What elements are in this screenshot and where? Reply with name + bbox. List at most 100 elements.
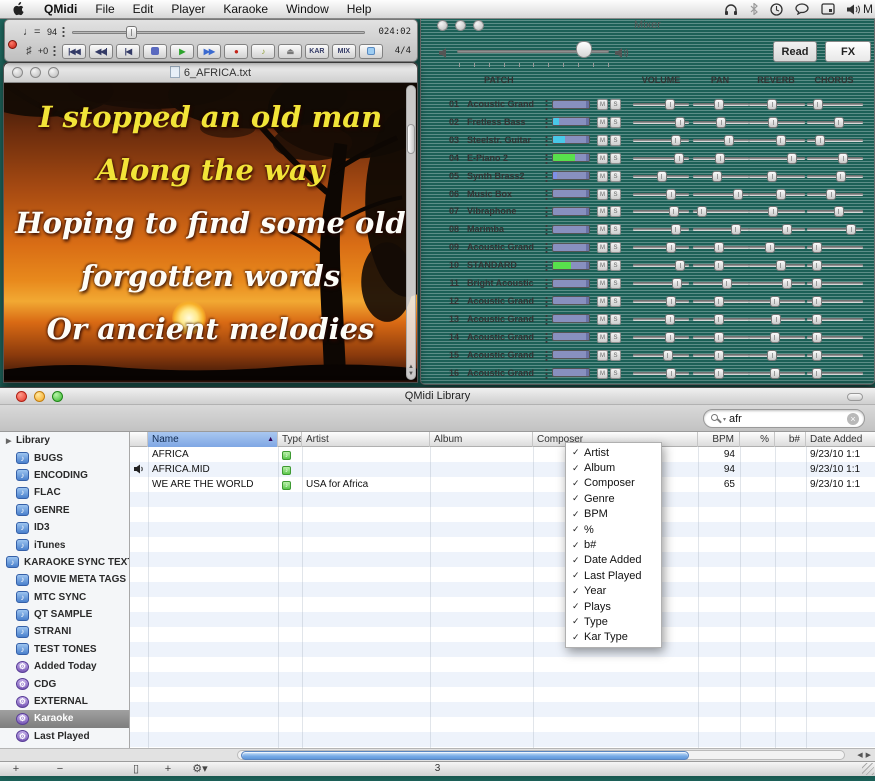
table-row[interactable]: WE ARE THE WORLD♪USA for Africa659/23/10… xyxy=(130,477,875,492)
pan-slider[interactable] xyxy=(693,242,749,253)
patch-name[interactable]: Acoustic Grand xyxy=(467,242,543,252)
volume-slider-thumb[interactable] xyxy=(665,314,675,325)
sidebar-item-cdg[interactable]: ⚙CDG xyxy=(0,675,129,692)
context-menu-item-album[interactable]: ✓Album xyxy=(566,460,661,475)
table-row[interactable] xyxy=(130,597,875,612)
volume-slider-thumb[interactable] xyxy=(674,153,684,164)
transpose-stepper[interactable] xyxy=(52,45,56,57)
pan-slider-thumb[interactable] xyxy=(697,206,707,217)
clear-search-icon[interactable]: × xyxy=(847,413,859,425)
menu-edit[interactable]: Edit xyxy=(124,2,163,16)
reverb-slider-thumb[interactable] xyxy=(770,296,780,307)
patch-name[interactable]: Music Box xyxy=(467,189,543,199)
solo-button[interactable]: S xyxy=(610,296,621,307)
patch-stepper[interactable] xyxy=(544,296,549,307)
reverb-slider-thumb[interactable] xyxy=(782,278,792,289)
column-header-type[interactable]: Type xyxy=(278,432,302,447)
table-row[interactable] xyxy=(130,492,875,507)
chorus-slider[interactable] xyxy=(807,117,863,128)
volume-slider[interactable] xyxy=(633,206,689,217)
chorus-slider[interactable] xyxy=(807,242,863,253)
disclosure-triangle-icon[interactable]: ▶ xyxy=(6,437,16,445)
column-header-gutter[interactable] xyxy=(130,432,148,447)
scrollbar-arrows[interactable]: ▲▼ xyxy=(407,364,415,378)
table-row[interactable]: AFRICA.MID♪949/23/10 1:1 xyxy=(130,462,875,477)
chorus-slider-thumb[interactable] xyxy=(838,153,848,164)
reverb-slider-thumb[interactable] xyxy=(767,99,777,110)
horizontal-scrollbar[interactable]: ◀▶ xyxy=(0,748,875,761)
sidebar-item-added-today[interactable]: ⚙Added Today xyxy=(0,658,129,675)
chorus-slider[interactable] xyxy=(807,171,863,182)
table-row[interactable] xyxy=(130,537,875,552)
reverb-slider-thumb[interactable] xyxy=(768,206,778,217)
chorus-slider-thumb[interactable] xyxy=(846,224,856,235)
sidebar-item-movie-meta-tags[interactable]: ♪MOVIE META TAGS xyxy=(0,571,129,588)
mute-button[interactable]: M xyxy=(597,135,608,146)
chorus-slider-thumb[interactable] xyxy=(812,368,822,379)
chorus-slider-thumb[interactable] xyxy=(812,242,822,253)
skip-start-button[interactable]: |◀◀ xyxy=(62,44,86,59)
mute-button[interactable]: M xyxy=(597,314,608,325)
chorus-slider-thumb[interactable] xyxy=(826,189,836,200)
pan-slider[interactable] xyxy=(693,368,749,379)
context-menu-item-artist[interactable]: ✓Artist xyxy=(566,445,661,460)
reverb-slider[interactable] xyxy=(749,135,805,146)
column-header-name[interactable]: Name▲ xyxy=(148,432,278,447)
pan-slider-thumb[interactable] xyxy=(733,189,743,200)
reverb-slider[interactable] xyxy=(749,296,805,307)
pan-slider[interactable] xyxy=(693,332,749,343)
reverb-slider-thumb[interactable] xyxy=(787,153,797,164)
volume-slider[interactable] xyxy=(633,135,689,146)
volume-slider-thumb[interactable] xyxy=(671,224,681,235)
pan-slider-thumb[interactable] xyxy=(731,224,741,235)
lyrics-scrollbar[interactable]: ▲▼ xyxy=(406,85,416,380)
mute-button[interactable]: M xyxy=(597,153,608,164)
patch-stepper[interactable] xyxy=(544,171,549,182)
patch-name[interactable]: Fretless Bass xyxy=(467,117,543,127)
chorus-slider[interactable] xyxy=(807,153,863,164)
chorus-slider[interactable] xyxy=(807,224,863,235)
patch-stepper[interactable] xyxy=(544,135,549,146)
lyrics-scrollbar-thumb[interactable] xyxy=(407,124,415,154)
volume-slider-thumb[interactable] xyxy=(671,135,681,146)
context-menu-item-b-[interactable]: ✓b# xyxy=(566,537,661,552)
sidebar-item-genre[interactable]: ♪GENRE xyxy=(0,502,129,519)
menu-help[interactable]: Help xyxy=(338,2,381,16)
pan-slider[interactable] xyxy=(693,278,749,289)
table-row[interactable] xyxy=(130,687,875,702)
column-header--[interactable]: % xyxy=(740,432,775,447)
column-header-date-added[interactable]: Date Added xyxy=(806,432,875,447)
pan-slider-thumb[interactable] xyxy=(715,153,725,164)
reverb-slider[interactable] xyxy=(749,350,805,361)
reverb-slider-thumb[interactable] xyxy=(771,314,781,325)
reverb-slider-thumb[interactable] xyxy=(765,242,775,253)
mute-button[interactable]: M xyxy=(597,171,608,182)
chorus-slider[interactable] xyxy=(807,278,863,289)
reverb-slider-thumb[interactable] xyxy=(767,171,777,182)
monitor-button[interactable] xyxy=(359,44,383,59)
context-menu-item-last-played[interactable]: ✓Last Played xyxy=(566,568,661,583)
sidebar-item-mtc-sync[interactable]: ♪MTC SYNC xyxy=(0,589,129,606)
column-header-artist[interactable]: Artist xyxy=(302,432,430,447)
table-row[interactable] xyxy=(130,552,875,567)
chorus-slider[interactable] xyxy=(807,332,863,343)
chorus-slider-thumb[interactable] xyxy=(836,171,846,182)
volume-slider[interactable] xyxy=(633,189,689,200)
scroll-right-icon[interactable]: ▶ xyxy=(866,751,871,759)
volume-slider-thumb[interactable] xyxy=(675,117,685,128)
volume-slider[interactable] xyxy=(633,224,689,235)
pan-slider[interactable] xyxy=(693,224,749,235)
volume-slider[interactable] xyxy=(633,368,689,379)
patch-stepper[interactable] xyxy=(544,242,549,253)
sidebar-item-test-tones[interactable]: ♪TEST TONES xyxy=(0,641,129,658)
chorus-slider[interactable] xyxy=(807,135,863,146)
bluetooth-icon[interactable] xyxy=(750,3,758,15)
solo-button[interactable]: S xyxy=(610,278,621,289)
patch-name[interactable]: Acoustic Grand xyxy=(467,368,543,378)
eject-button[interactable]: ⏏ xyxy=(278,44,302,59)
patch-stepper[interactable] xyxy=(544,278,549,289)
pan-slider-thumb[interactable] xyxy=(714,99,724,110)
patch-name[interactable]: Acoustic Grand xyxy=(467,314,543,324)
sidebar-item-qt-sample[interactable]: ♪QT SAMPLE xyxy=(0,606,129,623)
menu-karaoke[interactable]: Karaoke xyxy=(214,2,277,16)
